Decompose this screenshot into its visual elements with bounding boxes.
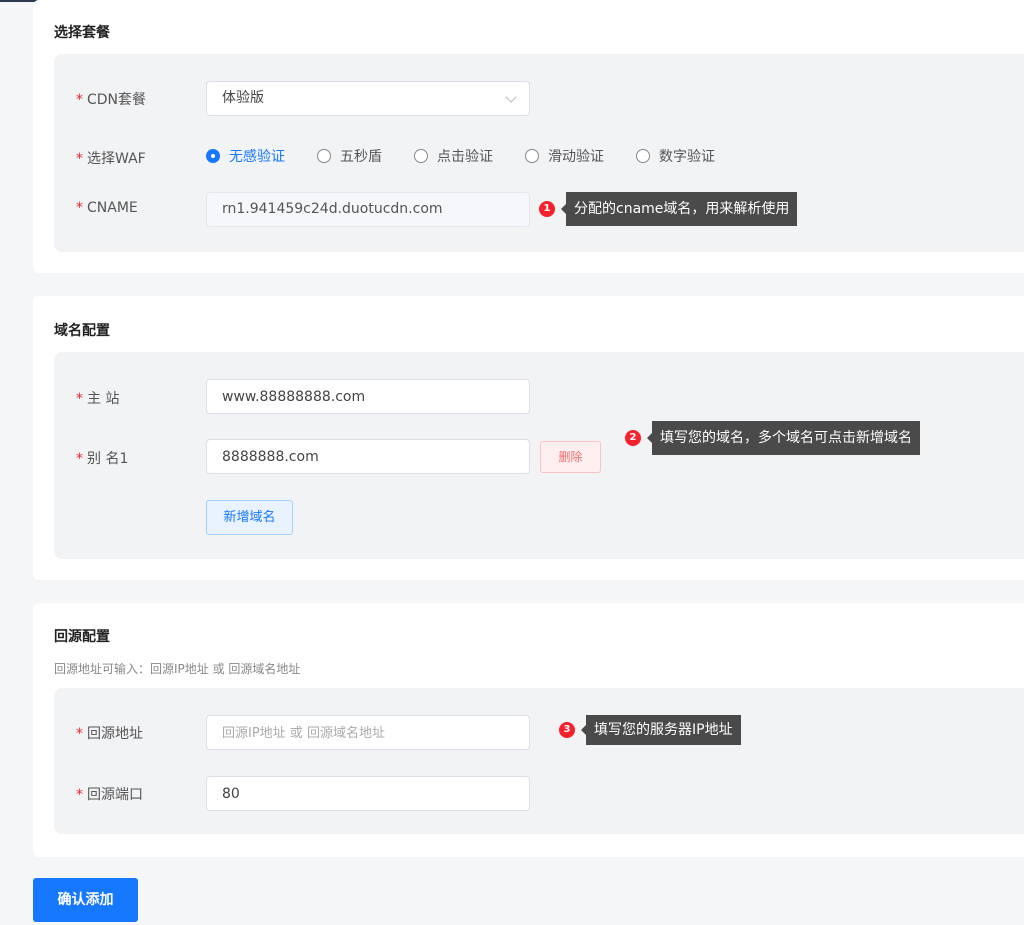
domain-panel: *主 站 *别 名1 删除 新增域名 2 填写您的域名，多个域名可点击新增域名 xyxy=(54,352,1024,559)
waf-option-1[interactable]: 无感验证 xyxy=(206,146,285,166)
tip-number-badge: 2 xyxy=(625,430,641,446)
origin-panel: *回源地址 *回源端口 3 填写您的服务器IP地址 xyxy=(54,688,1024,834)
radio-checked-icon xyxy=(206,149,220,163)
alias-input[interactable] xyxy=(206,439,530,474)
radio-icon xyxy=(525,149,539,163)
origin-section-title: 回源配置 xyxy=(54,629,110,645)
tip-number-badge: 1 xyxy=(539,201,555,217)
add-domain-button[interactable]: 新增域名 xyxy=(206,500,293,535)
waf-option-5[interactable]: 数字验证 xyxy=(636,146,715,166)
cdn-package-label: * CDN套餐 xyxy=(76,92,147,108)
package-card: 选择套餐 * CDN套餐 体验版 * 选择WAF 无感验证 五秒盾 点击验证 滑动验… xyxy=(33,0,1024,273)
origin-tip: 3 填写您的服务器IP地址 xyxy=(559,715,741,745)
origin-note: 回源地址可输入：回源IP地址 或 回源域名地址 xyxy=(54,662,301,676)
cdn-package-value: 体验版 xyxy=(222,90,264,106)
domain-card: 域名配置 *主 站 *别 名1 删除 新增域名 2 填写您的域名，多个域名可点击… xyxy=(33,296,1024,580)
radio-icon xyxy=(636,149,650,163)
origin-port-input[interactable] xyxy=(206,776,530,811)
package-section-title: 选择套餐 xyxy=(54,25,110,41)
origin-card: 回源配置 回源地址可输入：回源IP地址 或 回源域名地址 *回源地址 *回源端口… xyxy=(33,603,1024,857)
waf-option-4[interactable]: 滑动验证 xyxy=(525,146,604,166)
tip-bubble: 填写您的域名，多个域名可点击新增域名 xyxy=(652,421,920,455)
confirm-add-button[interactable]: 确认添加 xyxy=(33,878,138,922)
cname-tip: 1 分配的cname域名，用来解析使用 xyxy=(539,192,798,226)
package-panel: * CDN套餐 体验版 * 选择WAF 无感验证 五秒盾 点击验证 滑动验证 数字验… xyxy=(54,54,1024,252)
waf-option-3[interactable]: 点击验证 xyxy=(414,146,493,166)
cdn-package-select[interactable]: 体验版 xyxy=(206,81,530,116)
cname-label: * CNAME xyxy=(76,200,138,216)
waf-option-2[interactable]: 五秒盾 xyxy=(317,146,382,166)
origin-address-label: * 回源地址 xyxy=(76,726,143,742)
waf-radio-group: 无感验证 五秒盾 点击验证 滑动验证 数字验证 xyxy=(206,146,747,166)
tip-number-badge: 3 xyxy=(559,722,575,738)
tip-bubble: 分配的cname域名，用来解析使用 xyxy=(566,192,798,226)
origin-port-label: * 回源端口 xyxy=(76,787,143,803)
radio-icon xyxy=(317,149,331,163)
domain-tip: 2 填写您的域名，多个域名可点击新增域名 xyxy=(625,421,920,455)
origin-address-input[interactable] xyxy=(206,715,530,750)
chevron-down-icon xyxy=(505,91,517,103)
main-site-label: * 主 站 xyxy=(76,391,120,407)
cname-field: rn1.941459c24d.duotucdn.com xyxy=(206,192,530,227)
radio-icon xyxy=(414,149,428,163)
main-site-input[interactable] xyxy=(206,379,530,414)
waf-label: * 选择WAF xyxy=(76,151,146,167)
alias-label: * 别 名1 xyxy=(76,451,129,467)
delete-alias-button[interactable]: 删除 xyxy=(540,441,601,473)
domain-section-title: 域名配置 xyxy=(54,323,110,339)
tip-bubble: 填写您的服务器IP地址 xyxy=(586,715,741,745)
